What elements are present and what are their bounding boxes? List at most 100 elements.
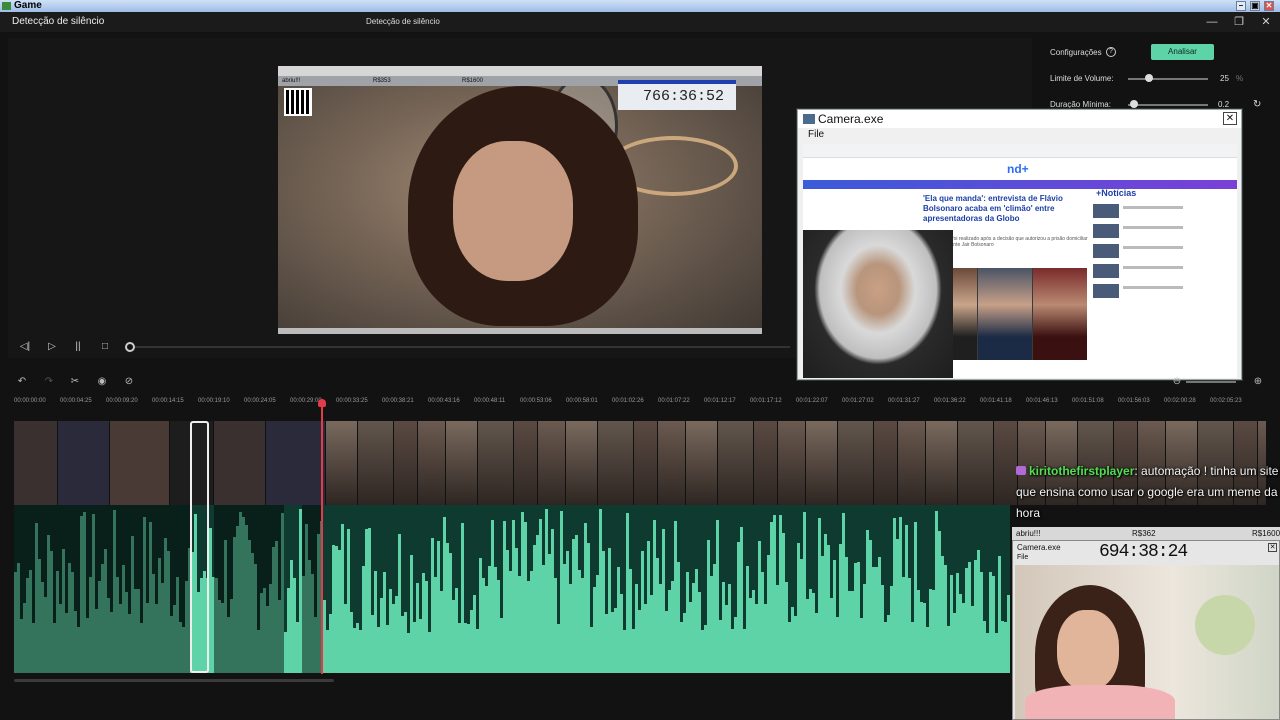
browser-address-bar xyxy=(803,144,1237,158)
chat-badge-icon xyxy=(1016,466,1026,475)
video-clip[interactable] xyxy=(598,421,634,505)
webcam-window-title: Camera.exe xyxy=(1017,543,1061,552)
redo-icon[interactable]: ↷ xyxy=(43,376,55,388)
timeline-ruler[interactable]: 00:00:00:00 00:00:04:25 00:00:09:20 00:00:1… xyxy=(14,398,1266,410)
video-clip[interactable] xyxy=(926,421,958,505)
ruler-tick: 00:00:24:05 xyxy=(244,398,276,404)
ruler-tick: 00:01:17:12 xyxy=(750,398,782,404)
silence-segment[interactable] xyxy=(302,505,322,673)
video-clip[interactable] xyxy=(326,421,358,505)
video-clip[interactable] xyxy=(958,421,994,505)
help-icon[interactable]: ? xyxy=(1106,47,1116,57)
video-clip[interactable] xyxy=(418,421,446,505)
ruler-tick: 00:01:51:08 xyxy=(1072,398,1104,404)
zoom-in-icon[interactable]: ⊕ xyxy=(1252,376,1264,388)
playhead-handle[interactable] xyxy=(318,399,326,407)
video-clip[interactable] xyxy=(110,421,170,505)
video-clip[interactable] xyxy=(358,421,394,505)
stop-button[interactable]: □ xyxy=(98,341,112,353)
minimize-button[interactable]: — xyxy=(1204,14,1220,30)
plant-shape xyxy=(1195,595,1255,655)
duration-slider[interactable] xyxy=(1128,104,1208,106)
video-clip[interactable] xyxy=(994,421,1018,505)
webcam-window: Camera.exe File 694:38:24 ✕ xyxy=(1012,540,1280,720)
video-clip[interactable] xyxy=(58,421,110,505)
close-button[interactable]: ✕ xyxy=(1258,14,1274,30)
news-thumb xyxy=(1093,264,1119,278)
video-clip[interactable] xyxy=(658,421,686,505)
ruler-tick: 00:01:31:27 xyxy=(888,398,920,404)
video-clip[interactable] xyxy=(778,421,806,505)
video-clip[interactable] xyxy=(898,421,926,505)
ruler-tick: 00:02:05:23 xyxy=(1210,398,1242,404)
outer-minimize-button[interactable]: – xyxy=(1236,1,1246,11)
stream-timer: 694:38:24 xyxy=(1099,542,1188,562)
video-preview[interactable]: abriu!!! R$353 R$1600 766:36:52 xyxy=(278,66,762,334)
ruler-tick: 00:01:27:02 xyxy=(842,398,874,404)
outer-window-title: Game xyxy=(14,0,42,11)
timeline-scrollbar[interactable] xyxy=(14,679,334,682)
video-clip[interactable] xyxy=(14,421,58,505)
eye-icon[interactable]: ◉ xyxy=(96,376,108,388)
playhead[interactable] xyxy=(321,404,323,674)
camera-window[interactable]: Camera.exe ✕ File nd+ 'Ela que manda': e… xyxy=(797,109,1242,380)
cut-icon[interactable]: ✂ xyxy=(69,376,81,388)
scrub-track[interactable] xyxy=(130,346,790,348)
window-title: Detecção de silêncio xyxy=(366,17,440,26)
volume-value: 25 xyxy=(1220,74,1229,83)
eye-off-icon[interactable]: ⊘ xyxy=(123,376,135,388)
ruler-tick: 00:00:58:01 xyxy=(566,398,598,404)
volume-slider-knob[interactable] xyxy=(1145,74,1153,82)
video-clip[interactable] xyxy=(566,421,598,505)
ruler-tick: 00:01:12:17 xyxy=(704,398,736,404)
outer-close-button[interactable]: ✕ xyxy=(1264,1,1274,11)
person-face xyxy=(1057,610,1119,690)
camera-close-button[interactable]: ✕ xyxy=(1223,112,1237,125)
video-clip[interactable] xyxy=(446,421,478,505)
video-clip[interactable] xyxy=(634,421,658,505)
video-clip[interactable] xyxy=(514,421,538,505)
stream-hud-name: abriu!!! xyxy=(1016,529,1041,538)
ruler-tick: 00:00:29:00 xyxy=(290,398,322,404)
audio-track[interactable] xyxy=(14,505,1010,673)
video-clip[interactable] xyxy=(686,421,718,505)
ruler-tick: 00:00:04:25 xyxy=(60,398,92,404)
selection-box[interactable] xyxy=(190,421,209,673)
video-clip[interactable] xyxy=(538,421,566,505)
zoom-out-icon[interactable]: ⊖ xyxy=(1171,376,1183,388)
pause-button[interactable]: || xyxy=(71,341,85,353)
camera-menu-file[interactable]: File xyxy=(808,129,824,140)
scrub-knob[interactable] xyxy=(125,342,135,352)
video-clip[interactable] xyxy=(874,421,898,505)
presenter-figure xyxy=(803,230,953,378)
ruler-tick: 00:01:07:22 xyxy=(658,398,690,404)
video-clip[interactable] xyxy=(754,421,778,505)
news-line xyxy=(1123,246,1183,249)
play-button[interactable]: ▷ xyxy=(45,341,59,353)
duration-slider-knob[interactable] xyxy=(1130,100,1138,108)
video-clip[interactable] xyxy=(394,421,418,505)
zoom-slider[interactable] xyxy=(1186,381,1236,383)
video-clip[interactable] xyxy=(838,421,874,505)
video-clip[interactable] xyxy=(806,421,838,505)
prev-frame-button[interactable]: ◁| xyxy=(18,341,32,353)
analyze-button[interactable]: Analisar xyxy=(1151,44,1214,60)
restore-button[interactable]: ❐ xyxy=(1231,14,1247,30)
article-photo xyxy=(978,268,1032,360)
camera-app-icon xyxy=(803,114,815,124)
camera-window-title: Camera.exe xyxy=(818,112,884,126)
outer-maximize-button[interactable]: ▣ xyxy=(1250,1,1260,11)
silence-segment[interactable] xyxy=(214,505,284,673)
video-clip[interactable] xyxy=(214,421,266,505)
video-timer: 766:36:52 xyxy=(618,80,736,110)
undo-icon[interactable]: ↶ xyxy=(16,376,28,388)
video-clip[interactable] xyxy=(718,421,754,505)
video-clip[interactable] xyxy=(266,421,326,505)
reset-icon[interactable]: ↻ xyxy=(1253,99,1261,110)
silence-segment[interactable] xyxy=(14,505,190,673)
video-clip[interactable] xyxy=(478,421,514,505)
news-thumb xyxy=(1093,284,1119,298)
ruler-tick: 00:01:46:13 xyxy=(1026,398,1058,404)
volume-slider[interactable] xyxy=(1128,78,1208,80)
waveform-bar xyxy=(1007,594,1010,673)
